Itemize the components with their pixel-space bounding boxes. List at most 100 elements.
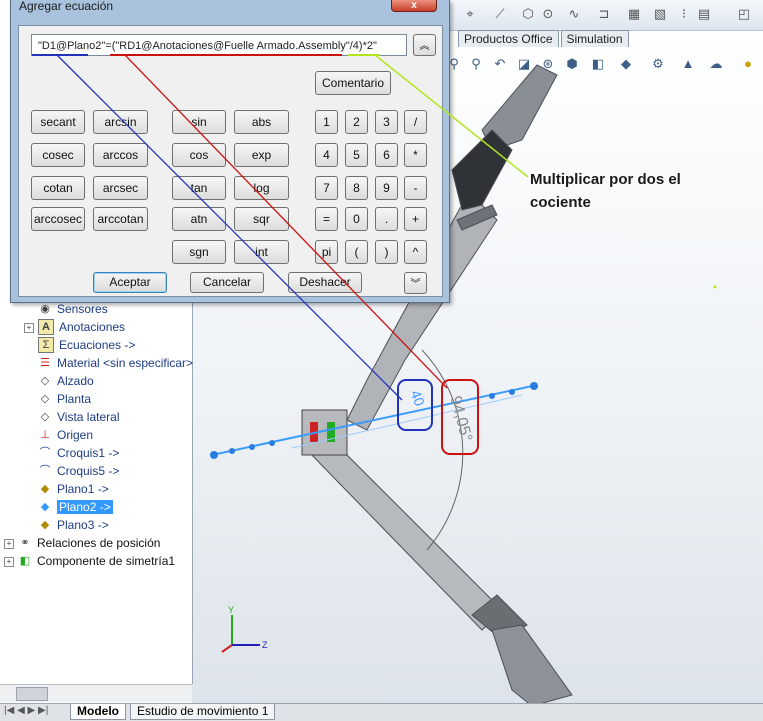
sgn-button[interactable]: sgn xyxy=(172,240,226,264)
arccotan-button[interactable]: arccotan xyxy=(93,207,148,231)
key-plus[interactable]: + xyxy=(404,207,427,231)
exp-button[interactable]: exp xyxy=(234,143,289,167)
tab-nav-arrows-icon[interactable]: |◀ ◀ ▶ ▶| xyxy=(4,705,48,716)
spline-icon[interactable]: ∿ xyxy=(566,6,582,22)
key-divide[interactable]: / xyxy=(404,110,427,134)
key-open-paren[interactable]: ( xyxy=(345,240,368,264)
zoom-area-icon[interactable]: ⚲ xyxy=(468,56,484,72)
tan-button[interactable]: tan xyxy=(172,176,226,200)
image-icon[interactable]: ▧ xyxy=(652,6,668,22)
tab-estudio-movimiento[interactable]: Estudio de movimiento 1 xyxy=(130,704,276,720)
tree-item-vista-lateral[interactable]: ◇ Vista lateral xyxy=(38,408,120,425)
arccos-button[interactable]: arccos xyxy=(93,143,148,167)
log-button[interactable]: log xyxy=(234,176,289,200)
key-2[interactable]: 2 xyxy=(345,110,368,134)
scroll-thumb[interactable] xyxy=(16,687,48,701)
tab-simulation[interactable]: Simulation xyxy=(560,30,629,47)
key-6[interactable]: 6 xyxy=(375,143,398,167)
key-5[interactable]: 5 xyxy=(345,143,368,167)
tree-item-planta[interactable]: ◇ Planta xyxy=(38,390,91,407)
bottom-tab-bar: |◀ ◀ ▶ ▶| Modelo Estudio de movimiento 1 xyxy=(0,703,763,721)
key-7[interactable]: 7 xyxy=(315,176,338,200)
expand-simetria-icon[interactable]: + xyxy=(4,557,14,567)
arcsin-button[interactable]: arcsin xyxy=(93,110,148,134)
key-4[interactable]: 4 xyxy=(315,143,338,167)
undo-button[interactable]: Deshacer xyxy=(288,272,362,293)
tree-item-material[interactable]: ☰ Material <sin especificar> xyxy=(38,354,193,371)
tab-modelo[interactable]: Modelo xyxy=(70,704,126,720)
key-3[interactable]: 3 xyxy=(375,110,398,134)
tree-item-origen[interactable]: ⊥ Origen xyxy=(38,426,93,443)
abs-button[interactable]: abs xyxy=(234,110,289,134)
tree-item-anotaciones[interactable]: A Anotaciones xyxy=(38,318,125,335)
trim-icon[interactable]: ⊐ xyxy=(596,6,612,22)
view-orientation-icon[interactable]: ⊛ xyxy=(540,56,556,72)
key-close-paren[interactable]: ) xyxy=(375,240,398,264)
key-8[interactable]: 8 xyxy=(345,176,368,200)
tab-productos-office[interactable]: Productos Office xyxy=(458,30,559,47)
tree-item-simetria[interactable]: ◧ Componente de simetría1 xyxy=(18,552,175,569)
scene-icon[interactable]: ⚙ xyxy=(650,56,666,72)
grid-icon[interactable]: ▦ xyxy=(626,6,642,22)
display-style-icon[interactable]: ⬢ xyxy=(564,56,580,72)
expand-anotaciones-icon[interactable]: + xyxy=(24,323,34,333)
render-icon[interactable]: ● xyxy=(740,56,756,72)
secant-button[interactable]: secant xyxy=(31,110,85,134)
dialog-title: Agregar ecuación xyxy=(19,0,114,13)
tree-item-plano1[interactable]: ◆ Plano1 -> xyxy=(38,480,109,497)
key-1[interactable]: 1 xyxy=(315,110,338,134)
tree-horizontal-scrollbar[interactable] xyxy=(0,684,192,702)
expand-relaciones-icon[interactable]: + xyxy=(4,539,14,549)
add-equation-dialog: Agregar ecuación x "D1@Plano2"=("RD1@Ano… xyxy=(10,0,450,303)
circle-icon[interactable]: ⊙ xyxy=(540,6,556,22)
close-button[interactable]: x xyxy=(391,0,437,12)
arcsec-button[interactable]: arcsec xyxy=(93,176,148,200)
key-pi[interactable]: pi xyxy=(315,240,338,264)
annotation-icon: A xyxy=(38,318,54,335)
key-dot[interactable]: . xyxy=(375,207,398,231)
cosec-button[interactable]: cosec xyxy=(31,143,85,167)
key-0[interactable]: 0 xyxy=(345,207,368,231)
cos-button[interactable]: cos xyxy=(172,143,226,167)
key-9[interactable]: 9 xyxy=(375,176,398,200)
smart-dimension-icon[interactable]: ⌖ xyxy=(462,6,478,22)
hide-show-icon[interactable]: ◧ xyxy=(590,56,606,72)
tree-item-ecuaciones[interactable]: Σ Ecuaciones -> xyxy=(38,336,135,353)
int-button[interactable]: int xyxy=(234,240,289,264)
sqr-button[interactable]: sqr xyxy=(234,207,289,231)
tree-item-plano2[interactable]: ◆ Plano2 -> xyxy=(38,498,113,515)
key-power[interactable]: ^ xyxy=(404,240,427,264)
cancel-button[interactable]: Cancelar xyxy=(190,272,264,293)
accept-button[interactable]: Aceptar xyxy=(93,272,167,293)
realview-icon[interactable]: ▲ xyxy=(680,56,696,72)
tree-item-croquis5[interactable]: ⌒ Croquis5 -> xyxy=(38,462,120,479)
key-multiply[interactable]: * xyxy=(404,143,427,167)
tree-item-plano3[interactable]: ◆ Plano3 -> xyxy=(38,516,109,533)
appearance-icon[interactable]: ◆ xyxy=(618,56,634,72)
plane-icon: ◇ xyxy=(40,392,50,405)
section-view-icon[interactable]: ◪ xyxy=(516,56,532,72)
key-minus[interactable]: - xyxy=(404,176,427,200)
line-tool-icon[interactable]: ⟋ xyxy=(492,6,508,22)
key-equals[interactable]: = xyxy=(315,207,338,231)
tree-item-relaciones[interactable]: ⚭ Relaciones de posición xyxy=(18,534,160,551)
table-icon[interactable]: ▤ xyxy=(696,6,712,22)
tree-item-alzado[interactable]: ◇ Alzado xyxy=(38,372,94,389)
arccosec-button[interactable]: arccosec xyxy=(31,207,85,231)
atn-button[interactable]: atn xyxy=(172,207,226,231)
sin-button[interactable]: sin xyxy=(172,110,226,134)
shadows-icon[interactable]: ☁ xyxy=(708,56,724,72)
plane-icon: ◇ xyxy=(40,410,50,423)
expand-button[interactable]: ︾ xyxy=(404,272,427,294)
dropdown-icon[interactable]: ⁝ xyxy=(676,6,692,22)
cotan-button[interactable]: cotan xyxy=(31,176,85,200)
collapse-button[interactable]: ︽ xyxy=(413,34,436,56)
previous-view-icon[interactable]: ↶ xyxy=(492,56,508,72)
tree-item-croquis1[interactable]: ⌒ Croquis1 -> xyxy=(38,444,120,461)
equation-input[interactable]: "D1@Plano2"=("RD1@Anotaciones@Fuelle Arm… xyxy=(31,34,407,56)
plane-icon: ◆ xyxy=(40,482,50,495)
comment-button[interactable]: Comentario xyxy=(315,71,391,95)
plot-icon[interactable]: ◰ xyxy=(736,6,752,22)
polygon-icon[interactable]: ⬡ xyxy=(520,6,536,22)
svg-text:Y: Y xyxy=(228,605,234,615)
